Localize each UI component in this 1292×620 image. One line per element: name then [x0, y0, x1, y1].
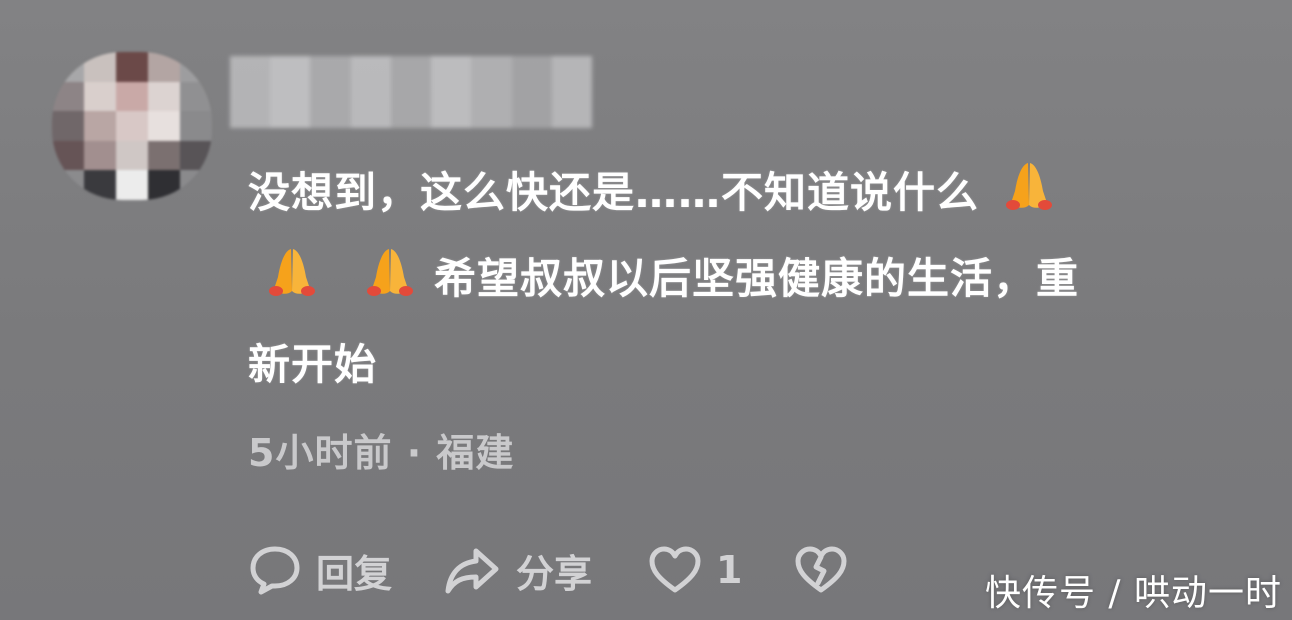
folded-hands-emoji-icon — [269, 249, 315, 296]
share-label: 分享 — [516, 551, 593, 596]
share-button[interactable]: 分享 — [442, 543, 592, 598]
meta-separator: · — [406, 431, 423, 475]
username-redacted — [230, 56, 592, 128]
comment-line-2: 希望叔叔以后坚强健康的生活，重 — [434, 254, 1080, 303]
reply-button[interactable]: 回复 — [248, 543, 392, 598]
comment-meta: 5小时前 · 福建 — [248, 422, 514, 477]
comment-line-3: 新开始 — [248, 340, 378, 389]
heart-icon — [649, 546, 701, 593]
comment-line-1: 没想到，这么快还是……不知道说什么 — [248, 168, 980, 217]
folded-hands-emoji-icon — [367, 249, 413, 296]
broken-heart-icon — [795, 546, 847, 593]
like-count: 1 — [716, 548, 743, 592]
timestamp: 5小时前 — [248, 431, 393, 475]
watermark: 快传号 / 哄动一时 — [984, 573, 1282, 614]
speech-bubble-icon — [250, 546, 300, 595]
share-arrow-icon — [445, 548, 499, 594]
comment-card: 没想到，这么快还是……不知道说什么 希望叔叔以后坚强健康的生活，重 新开始 5小… — [0, 0, 1292, 620]
comment-actions: 回复 分享 1 — [248, 538, 848, 602]
comment-text: 没想到，这么快还是……不知道说什么 希望叔叔以后坚强健康的生活，重 新开始 — [248, 150, 1238, 408]
like-button[interactable]: 1 — [648, 545, 742, 595]
avatar[interactable] — [52, 52, 212, 200]
folded-hands-emoji-icon — [1006, 163, 1053, 210]
location: 福建 — [436, 431, 515, 475]
reply-label: 回复 — [316, 551, 393, 596]
dislike-button[interactable] — [794, 545, 848, 595]
